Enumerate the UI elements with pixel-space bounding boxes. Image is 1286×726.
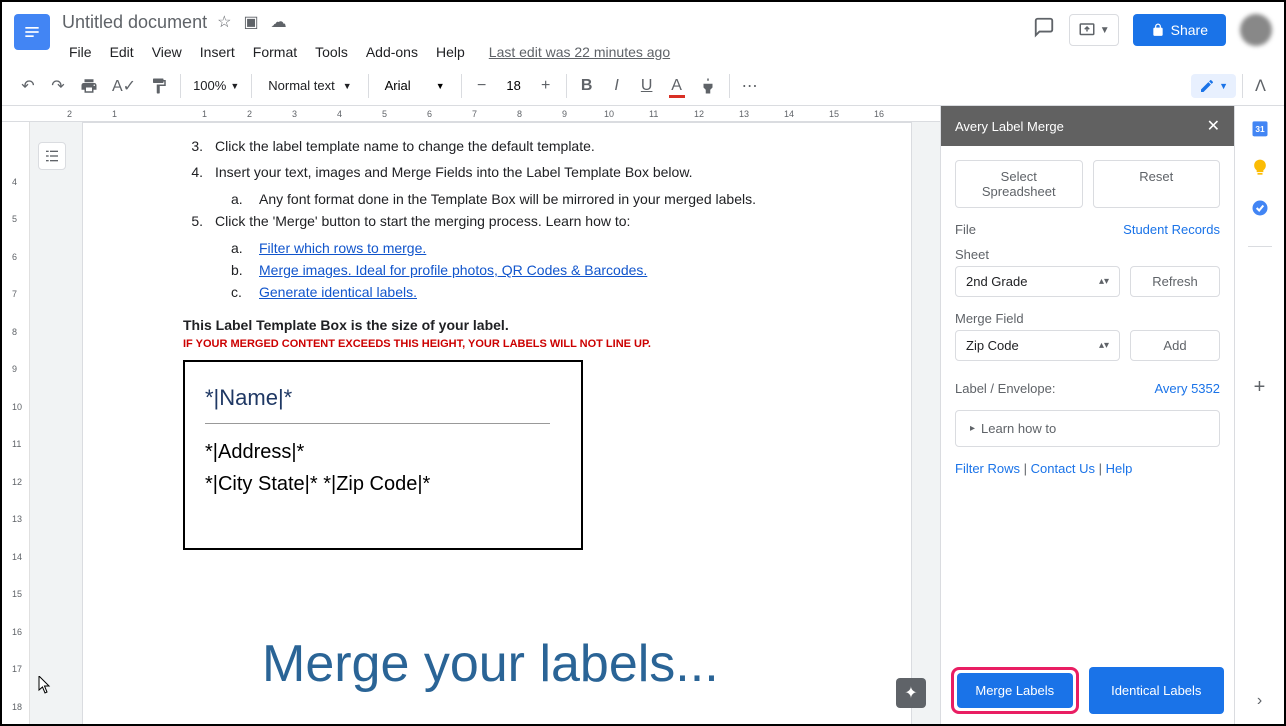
merge-field-label: Merge Field [955,311,1024,326]
label-value-link[interactable]: Avery 5352 [1154,381,1220,396]
refresh-button[interactable]: Refresh [1130,266,1220,297]
sidebar-footer: Merge Labels Identical Labels [941,657,1234,724]
template-box-label: This Label Template Box is the size of y… [183,314,831,336]
print-button[interactable] [74,72,104,100]
cloud-icon[interactable]: ☁ [271,12,287,32]
expand-panel-icon[interactable]: › [1257,692,1262,710]
explore-button[interactable]: ✦ [896,678,926,708]
label-envelope-label: Label / Envelope: [955,381,1055,396]
style-select[interactable]: Normal text ▼ [258,74,361,97]
help-link[interactable]: Help [1106,461,1133,476]
keep-icon[interactable] [1250,158,1270,178]
merge-labels-button[interactable]: Merge Labels [957,673,1073,708]
template-city-field: *|City State|* *|Zip Code|* [205,468,561,500]
paint-format-button[interactable] [144,72,174,100]
addons-plus-icon[interactable]: + [1254,376,1266,399]
menubar: File Edit View Insert Format Tools Add-o… [62,40,1033,64]
zoom-select[interactable]: 100% ▼ [187,74,245,97]
tasks-icon[interactable] [1250,198,1270,218]
editing-mode-button[interactable]: ▼ [1191,74,1236,98]
warning-text: IF YOUR MERGED CONTENT EXCEEDS THIS HEIG… [183,336,831,354]
move-icon[interactable]: ▣ [243,12,258,32]
menu-view[interactable]: View [145,40,189,64]
highlight-button[interactable] [693,72,723,100]
menu-file[interactable]: File [62,40,99,64]
menu-addons[interactable]: Add-ons [359,40,425,64]
filter-link[interactable]: Filter which rows to merge. [259,237,426,259]
collapse-button[interactable]: ᐱ [1249,70,1272,102]
redo-button[interactable]: ↷ [44,72,72,100]
present-button[interactable]: ▼ [1069,14,1119,46]
menu-help[interactable]: Help [429,40,472,64]
filter-rows-link[interactable]: Filter Rows [955,461,1020,476]
header: Untitled document ☆ ▣ ☁ File Edit View I… [2,2,1284,66]
file-label: File [955,222,976,237]
menu-format[interactable]: Format [246,40,304,64]
generate-identical-link[interactable]: Generate identical labels. [259,281,417,303]
learn-how-expand[interactable]: ▸ Learn how to [955,410,1220,447]
addon-sidebar: Avery Label Merge ✕ Select Spreadsheet R… [940,106,1234,724]
horizontal-ruler[interactable]: 2112345678910111213141516 [2,106,940,122]
template-address-field: *|Address|* [205,436,561,468]
select-spreadsheet-button[interactable]: Select Spreadsheet [955,160,1083,208]
comments-icon[interactable] [1033,16,1055,44]
user-avatar[interactable] [1240,14,1272,46]
right-rail: 31 + › [1234,106,1284,724]
menu-edit[interactable]: Edit [103,40,141,64]
undo-button[interactable]: ↶ [14,72,42,100]
vertical-ruler[interactable]: 456789101112131415161718 [2,122,30,724]
file-value-link[interactable]: Student Records [1123,222,1220,237]
more-tools-button[interactable]: ⋯ [736,72,764,100]
docs-logo-icon[interactable] [14,14,50,50]
bold-button[interactable]: B [573,72,601,100]
outline-toggle-button[interactable] [38,142,66,170]
reset-button[interactable]: Reset [1093,160,1221,208]
overlay-caption: Merge your labels... [262,634,719,694]
title-area: Untitled document ☆ ▣ ☁ File Edit View I… [62,10,1033,64]
identical-labels-button[interactable]: Identical Labels [1089,667,1225,714]
increase-font-button[interactable]: + [532,72,560,100]
star-icon[interactable]: ☆ [217,12,231,32]
last-edit-link[interactable]: Last edit was 22 minutes ago [482,40,677,64]
font-size-input[interactable]: 18 [498,78,530,93]
merge-field-select[interactable]: Zip Code▴▾ [955,330,1120,361]
main-area: 2112345678910111213141516 45678910111213… [2,106,1284,724]
cursor-icon [38,676,52,694]
decrease-font-button[interactable]: − [468,72,496,100]
document-area: 2112345678910111213141516 45678910111213… [2,106,940,724]
menu-tools[interactable]: Tools [308,40,355,64]
svg-text:31: 31 [1255,124,1265,134]
italic-button[interactable]: I [603,72,631,100]
template-name-field: *|Name|* [205,380,561,415]
help-links: Filter Rows | Contact Us | Help [955,461,1220,476]
spellcheck-button[interactable]: A✓ [106,72,142,100]
toolbar: ↶ ↷ A✓ 100% ▼ Normal text ▼ Arial▼ − 18 … [2,66,1284,106]
document-title[interactable]: Untitled document [62,12,207,33]
sheet-label: Sheet [955,247,989,262]
text-color-button[interactable]: A [663,72,691,100]
add-button[interactable]: Add [1130,330,1220,361]
label-template-box[interactable]: *|Name|* *|Address|* *|City State|* *|Zi… [183,360,583,550]
merge-images-link[interactable]: Merge images. Ideal for profile photos, … [259,259,647,281]
close-sidebar-icon[interactable]: ✕ [1207,116,1220,136]
contact-us-link[interactable]: Contact Us [1031,461,1095,476]
share-button[interactable]: Share [1133,14,1226,46]
font-select[interactable]: Arial▼ [375,74,455,97]
calendar-icon[interactable]: 31 [1250,118,1270,138]
sheet-select[interactable]: 2nd Grade▴▾ [955,266,1120,297]
underline-button[interactable]: U [633,72,661,100]
sidebar-header: Avery Label Merge ✕ [941,106,1234,146]
menu-insert[interactable]: Insert [193,40,242,64]
